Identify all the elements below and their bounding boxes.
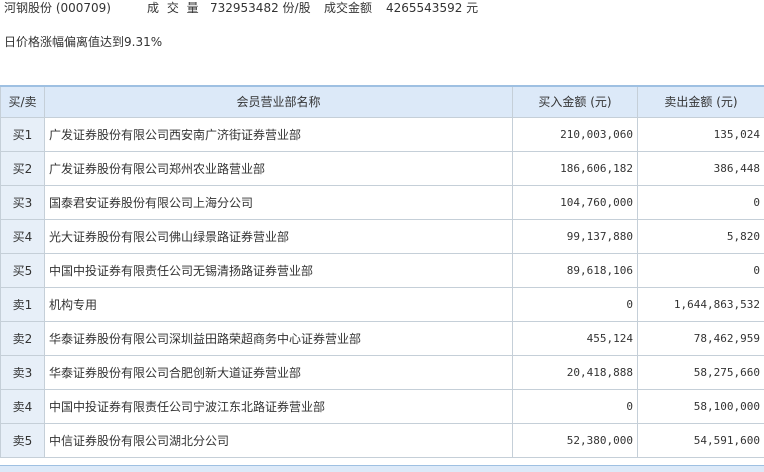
row-side: 买1 [1, 117, 45, 151]
row-buy-amount: 0 [513, 287, 638, 321]
deviation-notice: 日价格涨幅偏离值达到9.31% [4, 34, 162, 50]
row-broker-name: 广发证券股份有限公司郑州农业路营业部 [45, 151, 513, 185]
table-row: 买3 国泰君安证券股份有限公司上海分公司 104,760,000 0 [1, 185, 764, 219]
header-buy-amount: 买入金额 (元) [513, 86, 638, 117]
row-side: 买2 [1, 151, 45, 185]
row-buy-amount: 89,618,106 [513, 253, 638, 287]
volume-value: 732953482 份/股 [210, 0, 311, 16]
row-sell-amount: 58,100,000 [638, 389, 764, 423]
table-row: 卖1 机构专用 0 1,644,863,532 [1, 287, 764, 321]
row-sell-amount: 58,275,660 [638, 355, 764, 389]
row-broker-name: 华泰证券股份有限公司合肥创新大道证券营业部 [45, 355, 513, 389]
row-buy-amount: 104,760,000 [513, 185, 638, 219]
row-sell-amount: 78,462,959 [638, 321, 764, 355]
row-side: 卖2 [1, 321, 45, 355]
amount-value: 4265543592 元 [386, 0, 478, 16]
table-row: 买2 广发证券股份有限公司郑州农业路营业部 186,606,182 386,44… [1, 151, 764, 185]
row-broker-name: 机构专用 [45, 287, 513, 321]
row-side: 买3 [1, 185, 45, 219]
row-buy-amount: 52,380,000 [513, 423, 638, 457]
table-row: 买5 中国中投证券有限责任公司无锡清扬路证券营业部 89,618,106 0 [1, 253, 764, 287]
amount-label: 成交金额 [324, 0, 372, 16]
row-broker-name: 华泰证券股份有限公司深圳益田路荣超商务中心证券营业部 [45, 321, 513, 355]
row-buy-amount: 20,418,888 [513, 355, 638, 389]
row-side: 买5 [1, 253, 45, 287]
row-broker-name: 中信证券股份有限公司湖北分公司 [45, 423, 513, 457]
stock-name: 河钢股份 (000709) [4, 0, 111, 16]
table-row: 买4 光大证券股份有限公司佛山绿景路证券营业部 99,137,880 5,820 [1, 219, 764, 253]
table-row: 卖3 华泰证券股份有限公司合肥创新大道证券营业部 20,418,888 58,2… [1, 355, 764, 389]
row-side: 卖1 [1, 287, 45, 321]
row-broker-name: 光大证券股份有限公司佛山绿景路证券营业部 [45, 219, 513, 253]
row-side: 卖3 [1, 355, 45, 389]
row-buy-amount: 0 [513, 389, 638, 423]
row-sell-amount: 0 [638, 253, 764, 287]
header-broker-name: 会员营业部名称 [45, 86, 513, 117]
table-row: 卖2 华泰证券股份有限公司深圳益田路荣超商务中心证券营业部 455,124 78… [1, 321, 764, 355]
row-buy-amount: 455,124 [513, 321, 638, 355]
row-sell-amount: 54,591,600 [638, 423, 764, 457]
row-broker-name: 国泰君安证券股份有限公司上海分公司 [45, 185, 513, 219]
broker-trades-table: 买/卖 会员营业部名称 买入金额 (元) 卖出金额 (元) 买1 广发证券股份有… [0, 85, 764, 458]
row-buy-amount: 186,606,182 [513, 151, 638, 185]
row-side: 卖4 [1, 389, 45, 423]
row-sell-amount: 1,644,863,532 [638, 287, 764, 321]
table-row: 卖4 中国中投证券有限责任公司宁波江东北路证券营业部 0 58,100,000 [1, 389, 764, 423]
table-row: 卖5 中信证券股份有限公司湖北分公司 52,380,000 54,591,600 [1, 423, 764, 457]
row-sell-amount: 135,024 [638, 117, 764, 151]
row-side: 买4 [1, 219, 45, 253]
row-broker-name: 中国中投证券有限责任公司宁波江东北路证券营业部 [45, 389, 513, 423]
header-sell-amount: 卖出金额 (元) [638, 86, 764, 117]
row-side: 卖5 [1, 423, 45, 457]
row-buy-amount: 210,003,060 [513, 117, 638, 151]
row-broker-name: 广发证券股份有限公司西安南广济街证券营业部 [45, 117, 513, 151]
row-broker-name: 中国中投证券有限责任公司无锡清扬路证券营业部 [45, 253, 513, 287]
table-header-row: 买/卖 会员营业部名称 买入金额 (元) 卖出金额 (元) [1, 86, 764, 117]
row-buy-amount: 99,137,880 [513, 219, 638, 253]
header-side: 买/卖 [1, 86, 45, 117]
row-sell-amount: 386,448 [638, 151, 764, 185]
row-sell-amount: 0 [638, 185, 764, 219]
table-row: 买1 广发证券股份有限公司西安南广济街证券营业部 210,003,060 135… [1, 117, 764, 151]
row-sell-amount: 5,820 [638, 219, 764, 253]
volume-label: 成 交 量 [147, 0, 201, 16]
